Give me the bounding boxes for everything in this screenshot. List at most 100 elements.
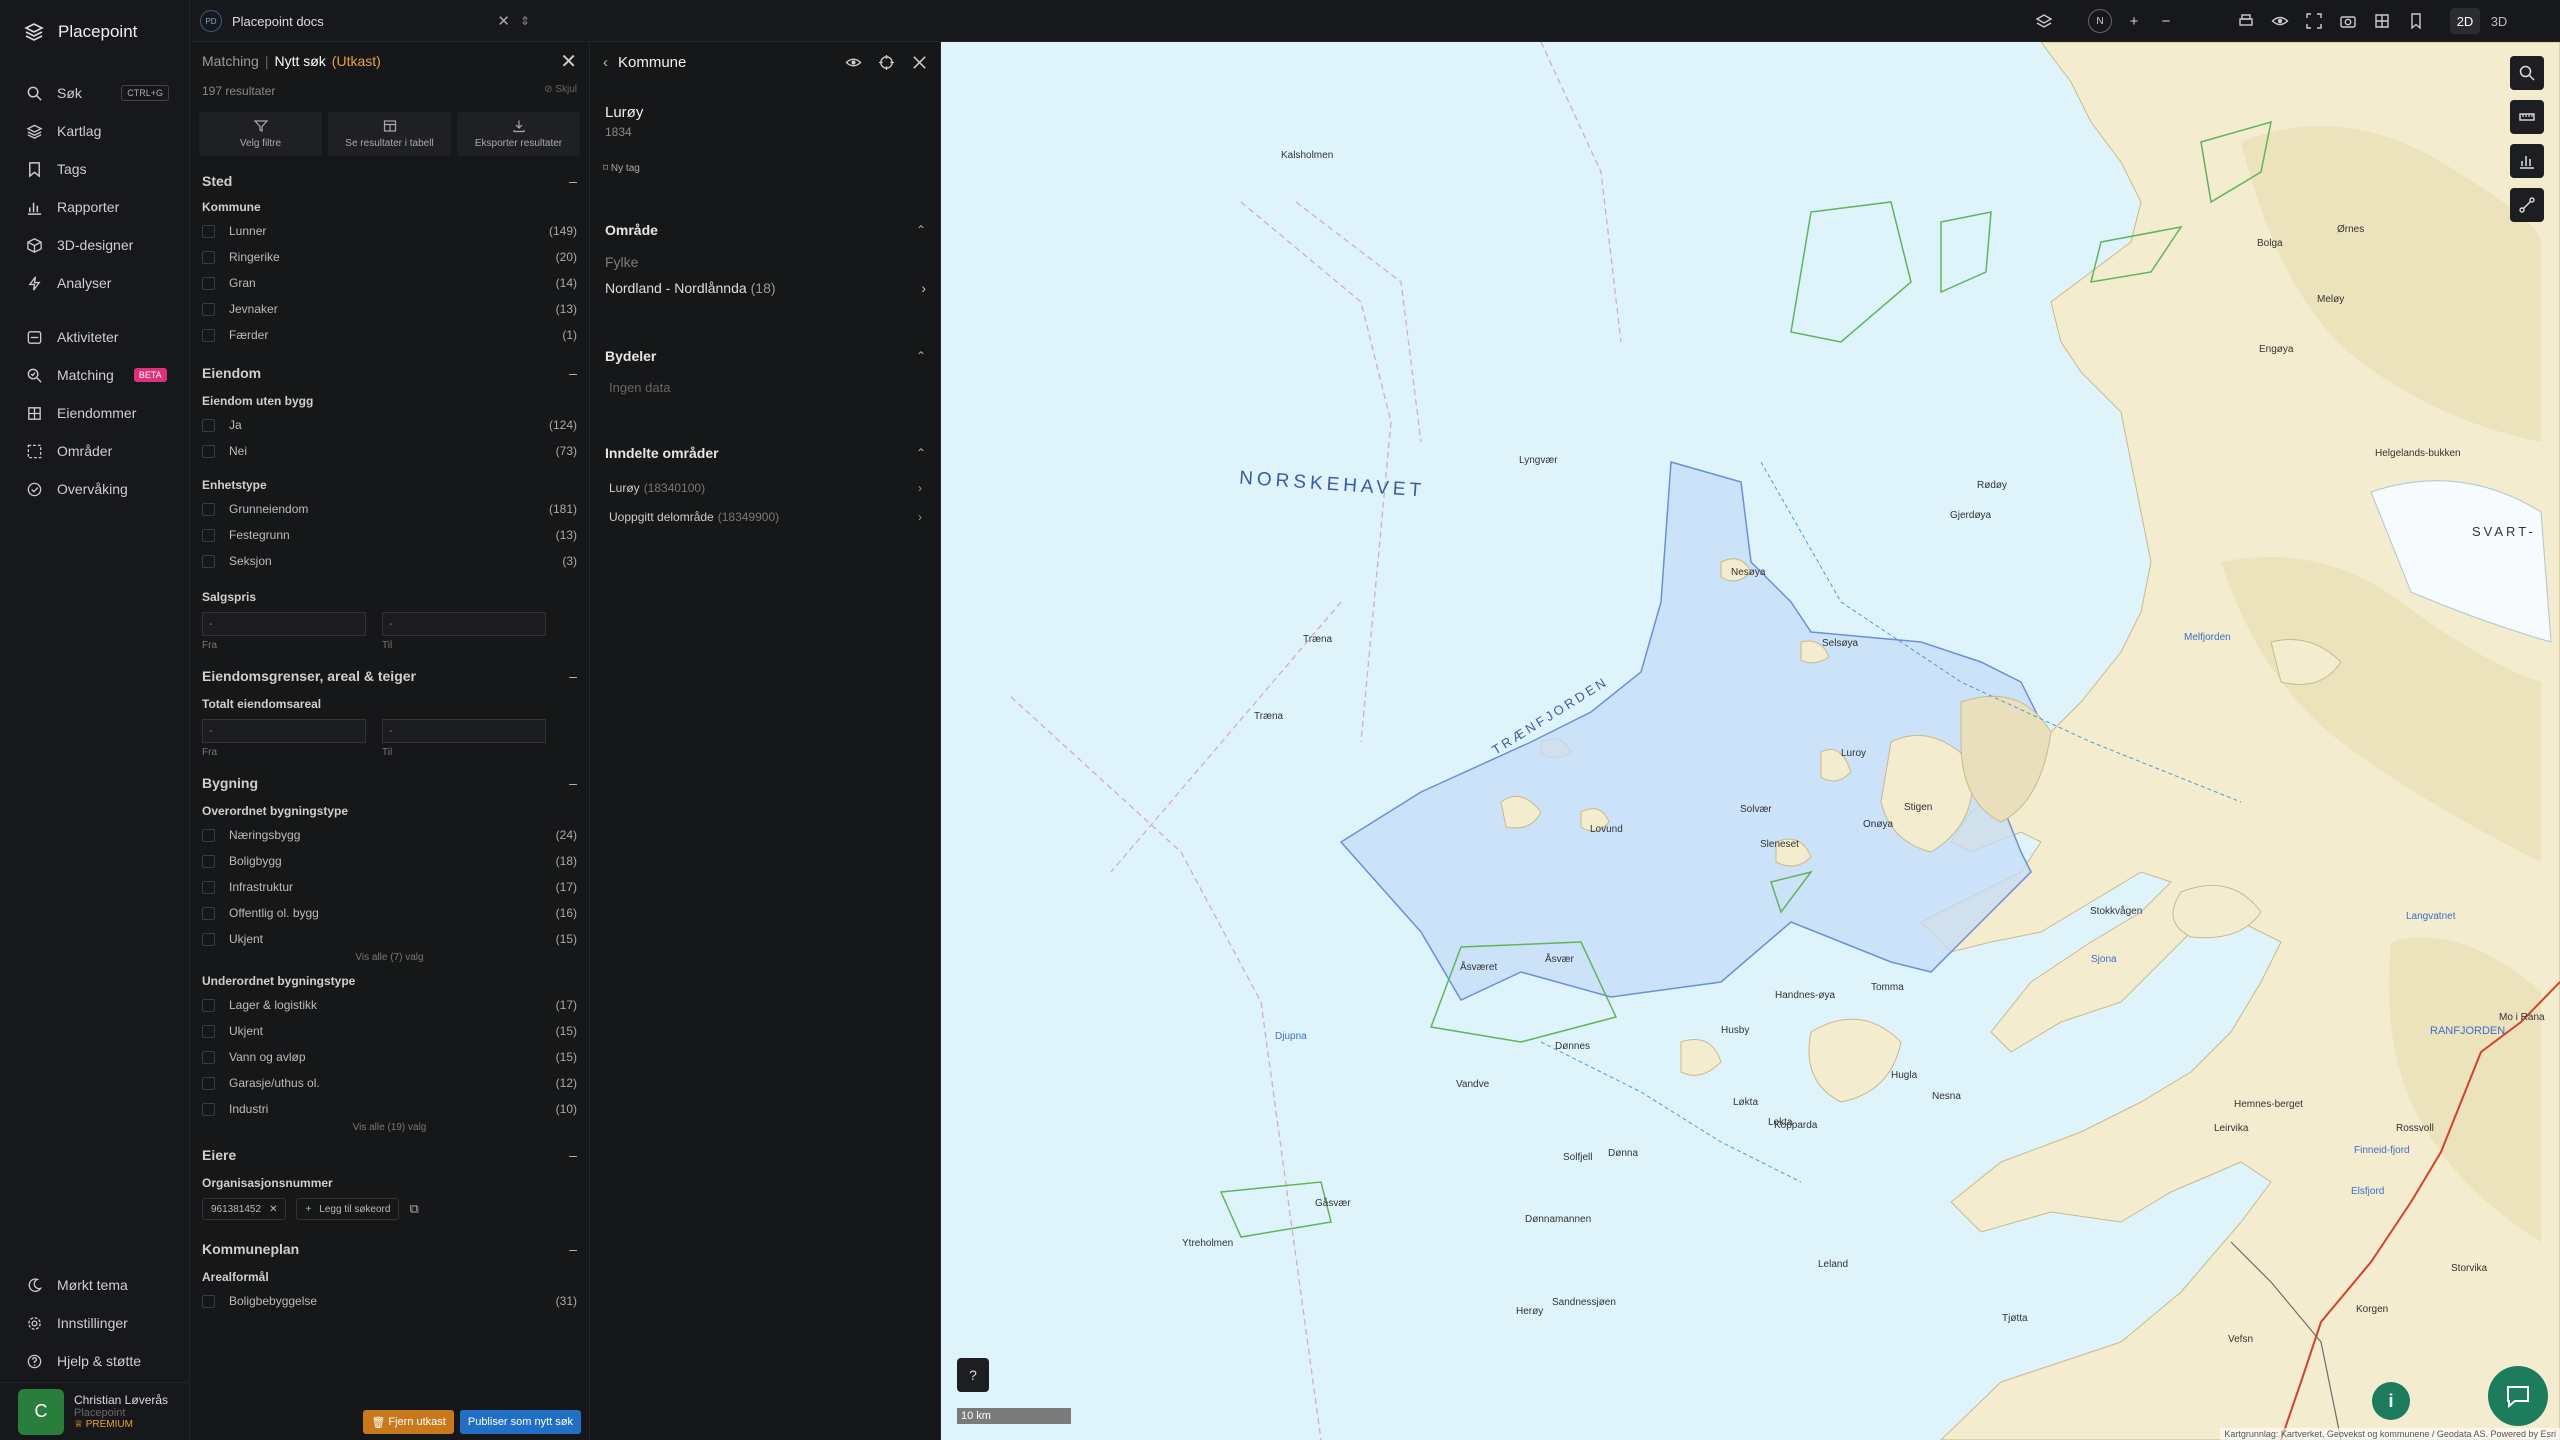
section-grenser[interactable]: Eiendomsgrenser, areal & teiger – — [190, 665, 589, 687]
map-tool-measure[interactable] — [2510, 100, 2544, 134]
mode-2d-button[interactable]: 2D — [2450, 8, 2480, 34]
nav-item-analyser[interactable]: Analyser — [0, 264, 189, 302]
areal-to-input[interactable] — [382, 719, 546, 743]
section-inndelte[interactable]: Inndelte områder ⌃ — [591, 441, 940, 465]
checkbox[interactable] — [202, 328, 215, 342]
fullscreen-icon[interactable] — [2302, 9, 2326, 33]
map-help-icon[interactable]: ? — [957, 1358, 989, 1392]
checkbox[interactable] — [202, 1050, 215, 1064]
checkbox[interactable] — [202, 528, 215, 542]
nav-item-kartlag[interactable]: Kartlag — [0, 112, 189, 150]
map-view[interactable]: NORSKEHAVET TRÆNFJORDEN SVART- Kalsholme… — [941, 42, 2560, 1440]
nav-item-settings[interactable]: Innstillinger — [0, 1304, 190, 1342]
checkbox[interactable] — [202, 302, 215, 316]
section-eiere[interactable]: Eiere – — [190, 1144, 589, 1166]
checkbox[interactable] — [202, 502, 215, 516]
checkbox[interactable] — [202, 1076, 215, 1090]
checkbox-row[interactable]: Festegrunn (13) — [190, 522, 589, 548]
checkbox-row[interactable]: Ringerike (20) — [190, 244, 589, 270]
camera-icon[interactable] — [2336, 9, 2360, 33]
section-sted[interactable]: Sted – — [190, 170, 589, 192]
project-selector[interactable]: PD Placepoint docs ✕ ⇕ — [200, 7, 530, 35]
checkbox-row[interactable]: Nei (73) — [190, 438, 589, 464]
checkbox-row[interactable]: Offentlig ol. bygg (16) — [190, 900, 589, 926]
publish-button[interactable]: Publiser som nytt søk — [459, 1410, 581, 1434]
checkbox[interactable] — [202, 932, 215, 946]
close-icon[interactable]: ✕ — [560, 49, 577, 74]
nav-item-omrader[interactable]: Områder — [0, 432, 189, 470]
collapse-icon[interactable]: – — [569, 365, 577, 381]
checkbox-row[interactable]: Boligbygg (18) — [190, 848, 589, 874]
grid-icon[interactable] — [2370, 9, 2394, 33]
checkbox-row[interactable]: Jevnaker (13) — [190, 296, 589, 322]
checkbox[interactable] — [202, 828, 215, 842]
section-kommuneplan[interactable]: Kommuneplan – — [190, 1238, 589, 1260]
chevron-up-icon[interactable]: ⌃ — [916, 223, 926, 237]
checkbox-row[interactable]: Næringsbygg (24) — [190, 822, 589, 848]
nav-item-eiendommer[interactable]: Eiendommer — [0, 394, 189, 432]
nav-item-rapporter[interactable]: Rapporter — [0, 188, 189, 226]
section-bydeler[interactable]: Bydeler ⌃ — [591, 344, 940, 368]
info-icon[interactable]: i — [2372, 1382, 2410, 1420]
nav-item-3d-designer[interactable]: 3D-designer — [0, 226, 189, 264]
checkbox[interactable] — [202, 250, 215, 264]
salgspris-to-input[interactable] — [382, 612, 546, 636]
eye-icon[interactable] — [845, 54, 862, 71]
collapse-icon[interactable]: – — [569, 668, 577, 684]
checkbox[interactable] — [202, 1294, 215, 1308]
map-tool-chart[interactable] — [2510, 144, 2544, 178]
print-icon[interactable] — [2234, 9, 2258, 33]
mode-3d-button[interactable]: 3D — [2484, 8, 2514, 34]
areal-from-input[interactable] — [202, 719, 366, 743]
collapse-icon[interactable]: – — [569, 1147, 577, 1163]
eye-icon[interactable] — [2268, 9, 2292, 33]
checkbox-row[interactable]: Seksjon (3) — [190, 548, 589, 574]
nav-item-overvaking[interactable]: Overvåking — [0, 470, 189, 508]
select-filters-button[interactable]: Velg filtre — [199, 112, 322, 156]
user-profile[interactable]: C Christian Løverås Placepoint ♕ PREMIUM — [0, 1382, 190, 1440]
close-icon[interactable] — [911, 54, 928, 71]
checkbox[interactable] — [202, 224, 215, 238]
section-eiendom[interactable]: Eiendom – — [190, 362, 589, 384]
section-bygning[interactable]: Bygning – — [190, 772, 589, 794]
nav-item-help[interactable]: Hjelp & støtte — [0, 1342, 190, 1380]
collapse-icon[interactable]: – — [569, 775, 577, 791]
nav-item-matching[interactable]: Matching BETA — [0, 356, 189, 394]
zoom-in-icon[interactable]: + — [2122, 9, 2146, 33]
hide-button[interactable]: ⊘ Skjul — [544, 84, 577, 104]
view-table-button[interactable]: Se resultater i tabell — [328, 112, 451, 156]
chevron-updown-icon[interactable]: ⇕ — [520, 14, 530, 28]
collapse-icon[interactable]: – — [569, 1241, 577, 1257]
chevron-up-icon[interactable]: ⌃ — [916, 349, 926, 363]
chevron-up-icon[interactable]: ⌃ — [916, 446, 926, 460]
checkbox-row[interactable]: Gran (14) — [190, 270, 589, 296]
brand[interactable]: Placepoint — [0, 0, 189, 64]
checkbox[interactable] — [202, 906, 215, 920]
zoom-out-icon[interactable]: − — [2154, 9, 2178, 33]
nav-item-dark-theme[interactable]: Mørkt tema — [0, 1266, 190, 1304]
collapse-icon[interactable]: – — [569, 173, 577, 189]
checkbox[interactable] — [202, 444, 215, 458]
fylke-link[interactable]: Nordland - Nordlånnda (18) › — [591, 270, 940, 296]
checkbox-row[interactable]: Ukjent (15) — [190, 926, 589, 952]
show-all-button[interactable]: Vis alle (19) valg — [190, 1122, 589, 1138]
checkbox-row[interactable]: Lager & logistikk (17) — [190, 992, 589, 1018]
checkbox-row[interactable]: Boligbebyggelse (31) — [190, 1288, 589, 1314]
nav-item-aktiviteter[interactable]: Aktiviteter — [0, 318, 189, 356]
checkbox[interactable] — [202, 880, 215, 894]
show-all-button[interactable]: Vis alle (7) valg — [190, 952, 589, 968]
checkbox[interactable] — [202, 998, 215, 1012]
checkbox[interactable] — [202, 1102, 215, 1116]
chat-icon[interactable] — [2488, 1366, 2548, 1426]
nav-item-tags[interactable]: Tags — [0, 150, 189, 188]
layers-toggle-icon[interactable] — [2032, 9, 2056, 33]
checkbox-row[interactable]: Færder (1) — [190, 322, 589, 348]
remove-draft-button[interactable]: 🗑 Fjern utkast — [363, 1410, 454, 1434]
nav-item-sok[interactable]: Søk CTRL+G — [0, 74, 189, 112]
checkbox[interactable] — [202, 854, 215, 868]
checkbox-row[interactable]: Ja (124) — [190, 412, 589, 438]
subarea-link[interactable]: Uoppgitt delområde (18349900) › — [591, 502, 940, 531]
checkbox[interactable] — [202, 1024, 215, 1038]
checkbox[interactable] — [202, 554, 215, 568]
add-keyword-button[interactable]: + Legg til søkeord — [296, 1198, 400, 1220]
